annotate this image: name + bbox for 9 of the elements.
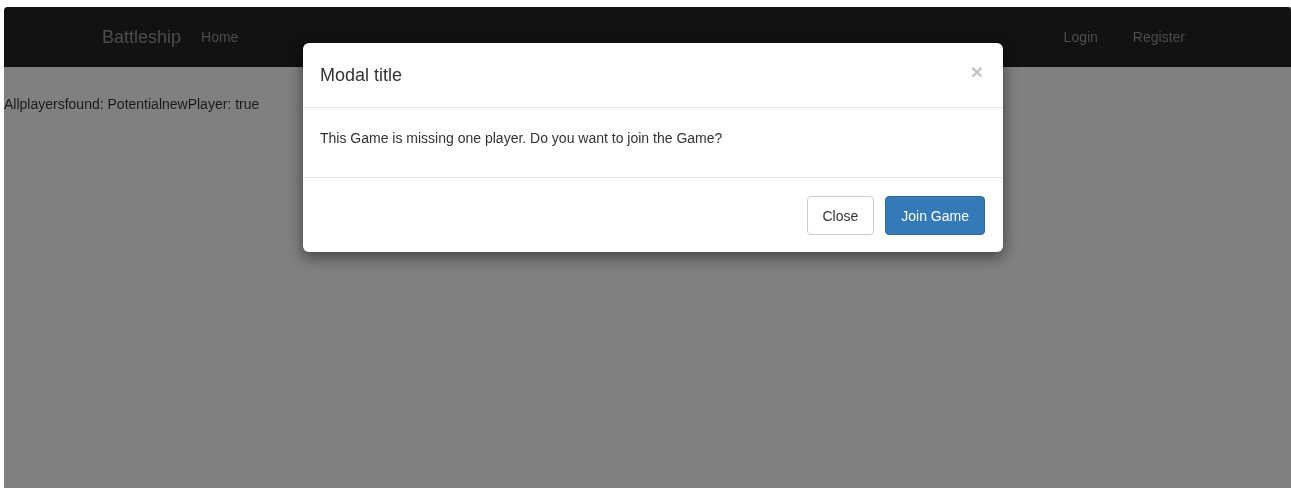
modal-title: Modal title [320,64,403,86]
modal-message: This Game is missing one player. Do you want to join the Game? [320,130,723,146]
brand-link[interactable]: Battleship [102,27,182,47]
join-game-button[interactable]: Join Game [885,196,985,235]
nav-link[interactable]: Login [1063,27,1098,47]
nav-link[interactable]: Register [1132,27,1185,47]
status-text: Allplayersfound: PotentialnewPlayer: true [4,95,260,114]
nav-link[interactable]: Home [201,27,239,47]
close-button[interactable]: Close [806,196,875,235]
